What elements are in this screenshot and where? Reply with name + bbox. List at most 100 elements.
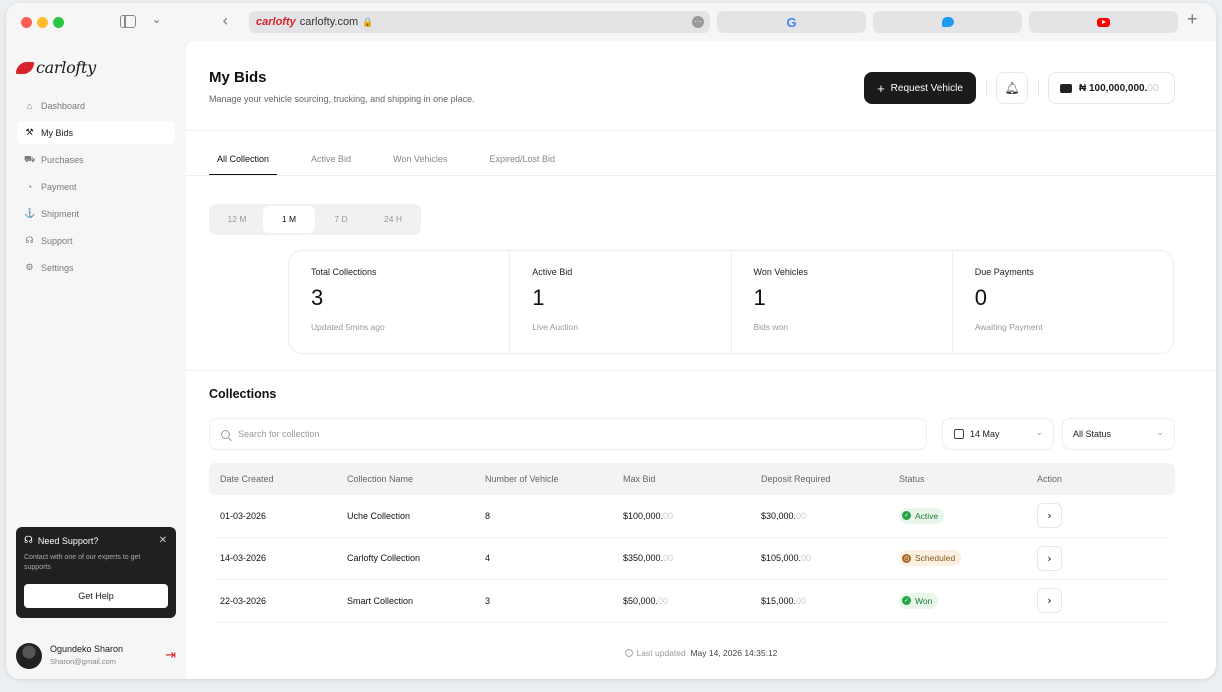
notifications-button[interactable]: 🔔︎ xyxy=(996,72,1028,104)
tab-expired-lost-bid[interactable]: Expired/Lost Bid xyxy=(481,145,563,175)
new-tab-plus-icon[interactable]: + xyxy=(1187,9,1198,30)
wallet-amount: ₦ 100,000,000. xyxy=(1079,82,1148,94)
status-badge: ✓ Active xyxy=(899,507,945,524)
wallet-balance[interactable]: ₦ 100,000,000. 00 xyxy=(1048,72,1175,104)
check-circle-icon: ✓ xyxy=(902,511,911,521)
check-circle-icon: ✓ xyxy=(902,596,911,606)
request-vehicle-button[interactable]: + Request Vehicle xyxy=(864,72,976,104)
chevron-down-icon[interactable]: ⌄ xyxy=(152,13,161,26)
bid-tabs: All Collection Active Bid Won Vehicles E… xyxy=(209,145,589,175)
sidebar-item-support[interactable]: ☊ Support xyxy=(17,229,175,252)
tab-all-collection[interactable]: All Collection xyxy=(209,145,278,175)
deposit-value: $30,000. xyxy=(761,510,797,521)
column-header: Collection Name xyxy=(347,474,414,484)
tab-won-vehicles[interactable]: Won Vehicles xyxy=(385,145,455,175)
cell-name: Uche Collection xyxy=(347,510,411,521)
last-updated: Last updated May 14, 2026 14:35:12 xyxy=(186,648,1216,658)
sidebar-item-payment[interactable]: ◔ Payment xyxy=(17,175,175,198)
deposit-decimals: 00 xyxy=(796,595,807,606)
tabs-divider xyxy=(186,175,1216,176)
stat-value: 1 xyxy=(532,285,545,310)
bell-icon: 🔔︎ xyxy=(1004,81,1020,95)
stat-note: Updated 5mins ago xyxy=(311,322,385,332)
date-filter-dropdown[interactable]: 14 May ⌄ xyxy=(942,418,1054,450)
cell-action: › xyxy=(1037,503,1137,529)
row-action-button[interactable]: › xyxy=(1037,545,1062,571)
last-updated-timestamp: May 14, 2026 14:35:12 xyxy=(690,648,778,658)
close-icon[interactable]: ✕ xyxy=(159,535,167,546)
cell-count: 8 xyxy=(485,510,491,521)
close-window-button[interactable] xyxy=(21,17,32,28)
sidebar-item-label: My Bids xyxy=(41,127,74,138)
chevron-down-icon: ⌄ xyxy=(1035,428,1043,438)
brand-logo[interactable]: carlofty xyxy=(15,58,96,77)
stat-note: Awaiting Payment xyxy=(974,322,1043,332)
cell-name: Carlofty Collection xyxy=(347,553,421,564)
collections-title: Collections xyxy=(209,387,277,401)
browser-tab-twitter[interactable] xyxy=(873,11,1022,33)
user-name: Ogundeko Sharon xyxy=(50,644,124,654)
row-action-button[interactable]: › xyxy=(1037,588,1062,614)
sidebar-item-purchases[interactable]: ⛟ Purchases xyxy=(17,148,175,171)
stat-label: Active Bid xyxy=(532,267,573,277)
stats-panel: Total Collections 3 Updated 5mins ago Ac… xyxy=(288,250,1174,354)
twitter-icon xyxy=(941,17,954,27)
sidebar-item-settings[interactable]: ⚙ Settings xyxy=(17,256,175,279)
sidebar-nav: ⌂ Dashboard ⚒ My Bids ⛟ Purchases ◔ Paym… xyxy=(17,94,175,283)
browser-tab-google[interactable]: G xyxy=(717,11,866,33)
period-1m[interactable]: 1 M xyxy=(263,206,315,233)
sidebar-item-label: Shipment xyxy=(41,208,80,219)
row-action-button[interactable]: › xyxy=(1037,503,1062,529)
max-bid-value: $100,000. xyxy=(623,510,664,521)
clock-icon xyxy=(624,649,633,657)
sidebar-item-dashboard[interactable]: ⌂ Dashboard xyxy=(17,94,175,117)
browser-tab-youtube[interactable] xyxy=(1029,11,1178,33)
brand-name: carlofty xyxy=(36,58,96,77)
maximize-window-button[interactable] xyxy=(53,17,64,28)
lock-icon: 🔒 xyxy=(362,16,374,27)
sidebar-toggle-icon[interactable] xyxy=(120,15,136,28)
back-arrow-icon[interactable]: ‹ xyxy=(222,11,228,30)
wallet-amount-decimals: 00 xyxy=(1147,82,1159,94)
cell-deposit: $15,000.00 xyxy=(761,596,899,606)
chevron-down-icon: ⌄ xyxy=(1156,428,1164,438)
support-card: ☊ Need Support? ✕ Contact with one of ou… xyxy=(16,527,176,618)
support-description: Contact with one of our experts to get s… xyxy=(24,554,141,571)
plus-icon: + xyxy=(877,80,885,96)
sidebar-item-my-bids[interactable]: ⚒ My Bids xyxy=(17,121,175,144)
status-text: Scheduled xyxy=(915,553,956,564)
google-icon: G xyxy=(786,14,797,30)
cell-max-bid: $50,000.00 xyxy=(623,596,761,606)
calendar-icon xyxy=(954,429,964,439)
period-7d[interactable]: 7 D xyxy=(315,206,367,233)
column-header: Date Created xyxy=(220,474,274,484)
max-bid-value: $350,000. xyxy=(623,553,664,564)
stat-won-vehicles: Won Vehicles 1 Bids won xyxy=(732,251,953,353)
chevron-right-icon: › xyxy=(1047,509,1052,523)
user-profile[interactable]: Ogundeko Sharon Sharon@gmail.com ⇥ xyxy=(16,641,176,669)
get-help-button[interactable]: Get Help xyxy=(24,584,168,608)
minimize-window-button[interactable] xyxy=(37,17,48,28)
more-options-icon[interactable]: ··· xyxy=(692,16,704,28)
sidebar-item-label: Support xyxy=(41,235,73,246)
cell-action: › xyxy=(1037,588,1137,614)
table-row: 01-03-2026 Uche Collection 8 $100,000.00… xyxy=(216,495,1168,538)
address-bar[interactable]: carlofty carlofty.com 🔒 ··· xyxy=(249,11,710,33)
deposit-decimals: 00 xyxy=(801,553,812,564)
cell-count: 4 xyxy=(485,553,491,564)
section-divider xyxy=(186,370,1216,371)
tab-active-bid[interactable]: Active Bid xyxy=(303,145,359,175)
stat-value: 0 xyxy=(974,285,987,310)
period-24h[interactable]: 24 H xyxy=(367,206,419,233)
status-filter-dropdown[interactable]: All Status ⌄ xyxy=(1062,418,1175,450)
wallet-icon xyxy=(1060,83,1072,93)
period-12m[interactable]: 12 M xyxy=(211,206,263,233)
max-bid-value: $50,000. xyxy=(623,595,659,606)
cell-count: 3 xyxy=(485,595,491,606)
divider xyxy=(986,81,987,95)
search-input[interactable] xyxy=(238,429,888,439)
sidebar-item-shipment[interactable]: ⚓ Shipment xyxy=(17,202,175,225)
logout-icon[interactable]: ⇥ xyxy=(165,647,176,663)
cell-action: › xyxy=(1037,545,1137,571)
status-badge: ◷ Scheduled xyxy=(899,550,962,567)
